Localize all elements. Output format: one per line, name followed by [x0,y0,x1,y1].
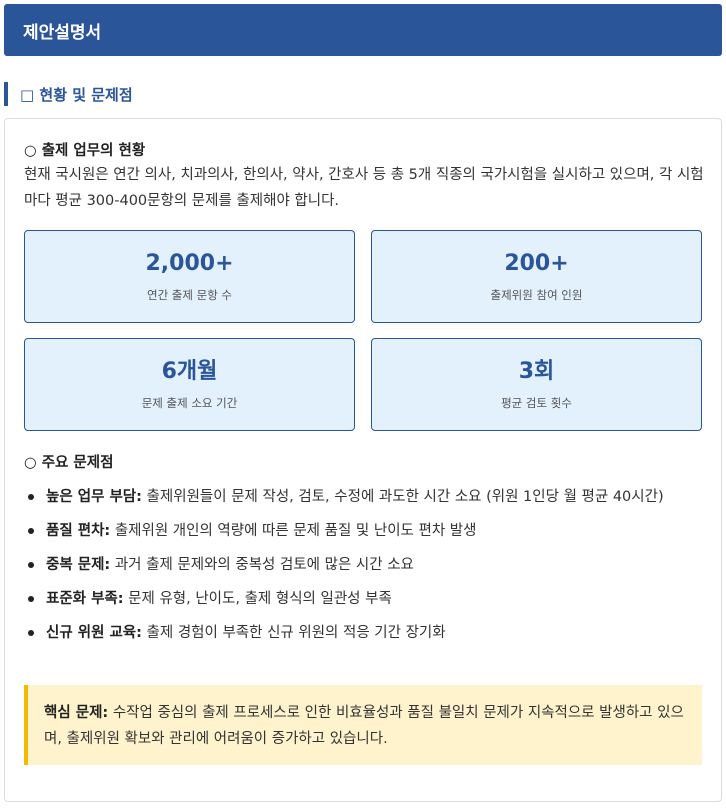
problem-text: 문제 유형, 난이도, 출제 형식의 일관성 부족 [123,591,392,607]
bullet-icon [28,528,34,534]
stat-label: 연간 출제 문항 수 [146,288,233,302]
problem-term: 품질 편차: [46,523,111,539]
section-title: □ 현황 및 문제점 [20,85,133,104]
stat-value: 200+ [504,251,569,276]
page-title: 제안설명서 [23,22,102,43]
stat-card: 200+ 출제위원 참여 인원 [371,230,702,323]
bullet-icon [28,562,34,568]
stat-card: 2,000+ 연간 출제 문항 수 [24,230,355,323]
bullet-icon [28,494,34,500]
problem-text: 출제위원들이 문제 작성, 검토, 수정에 과도한 시간 소요 (위원 1인당 … [141,489,664,505]
problem-term: 표준화 부족: [46,591,124,607]
current-status-heading: ○ 출제 업무의 현황 [24,143,146,159]
problem-text: 과거 출제 문제와의 중복성 검토에 많은 시간 소요 [110,557,414,573]
section-header: □ 현황 및 문제점 [4,82,133,106]
stat-value: 6개월 [161,359,218,384]
problem-term: 신규 위원 교육: [46,625,142,641]
callout-term: 핵심 문제: [44,705,109,721]
problems-heading: ○ 주요 문제점 [24,455,114,471]
problems-list: 높은 업무 부담: 출제위원들이 문제 작성, 검토, 수정에 과도한 시간 소… [24,484,696,646]
stat-value: 3회 [518,359,555,384]
problem-text: 출제위원 개인의 역량에 따른 문제 품질 및 난이도 편차 발생 [110,523,477,539]
problem-term: 높은 업무 부담: [46,489,142,505]
callout-text: 수작업 중심의 출제 프로세스로 인한 비효율성과 품질 불일치 문제가 지속적… [44,705,684,747]
current-status-description: 현재 국시원은 연간 의사, 치과의사, 한의사, 약사, 간호사 등 총 5개… [24,167,704,209]
stat-label: 문제 출제 소요 기간 [141,396,238,410]
stat-label: 평균 검토 횟수 [501,396,572,410]
problem-term: 중복 문제: [46,557,111,573]
stat-card: 3회 평균 검토 횟수 [371,338,702,431]
list-item: 표준화 부족: 문제 유형, 난이도, 출제 형식의 일관성 부족 [24,586,696,612]
stat-label: 출제위원 참여 인원 [490,288,583,302]
current-status-block: ○ 출제 업무의 현황 현재 국시원은 연간 의사, 치과의사, 한의사, 약사… [24,140,704,214]
list-item: 중복 문제: 과거 출제 문제와의 중복성 검토에 많은 시간 소요 [24,552,696,578]
content-card: ○ 출제 업무의 현황 현재 국시원은 연간 의사, 치과의사, 한의사, 약사… [4,118,722,802]
stat-card: 6개월 문제 출제 소요 기간 [24,338,355,431]
bullet-icon [28,630,34,636]
stats-grid: 2,000+ 연간 출제 문항 수 200+ 출제위원 참여 인원 6개월 문제… [24,230,704,431]
problems-block: ○ 주요 문제점 높은 업무 부담: 출제위원들이 문제 작성, 검토, 수정에… [24,452,696,654]
list-item: 신규 위원 교육: 출제 경험이 부족한 신규 위원의 적응 기간 장기화 [24,620,696,646]
page-header: 제안설명서 [4,4,722,56]
stat-value: 2,000+ [145,251,234,276]
problem-text: 출제 경험이 부족한 신규 위원의 적응 기간 장기화 [141,625,446,641]
bullet-icon [28,596,34,602]
key-issue-callout: 핵심 문제: 수작업 중심의 출제 프로세스로 인한 비효율성과 품질 불일치 … [24,685,702,765]
list-item: 높은 업무 부담: 출제위원들이 문제 작성, 검토, 수정에 과도한 시간 소… [24,484,696,510]
list-item: 품질 편차: 출제위원 개인의 역량에 따른 문제 품질 및 난이도 편차 발생 [24,518,696,544]
